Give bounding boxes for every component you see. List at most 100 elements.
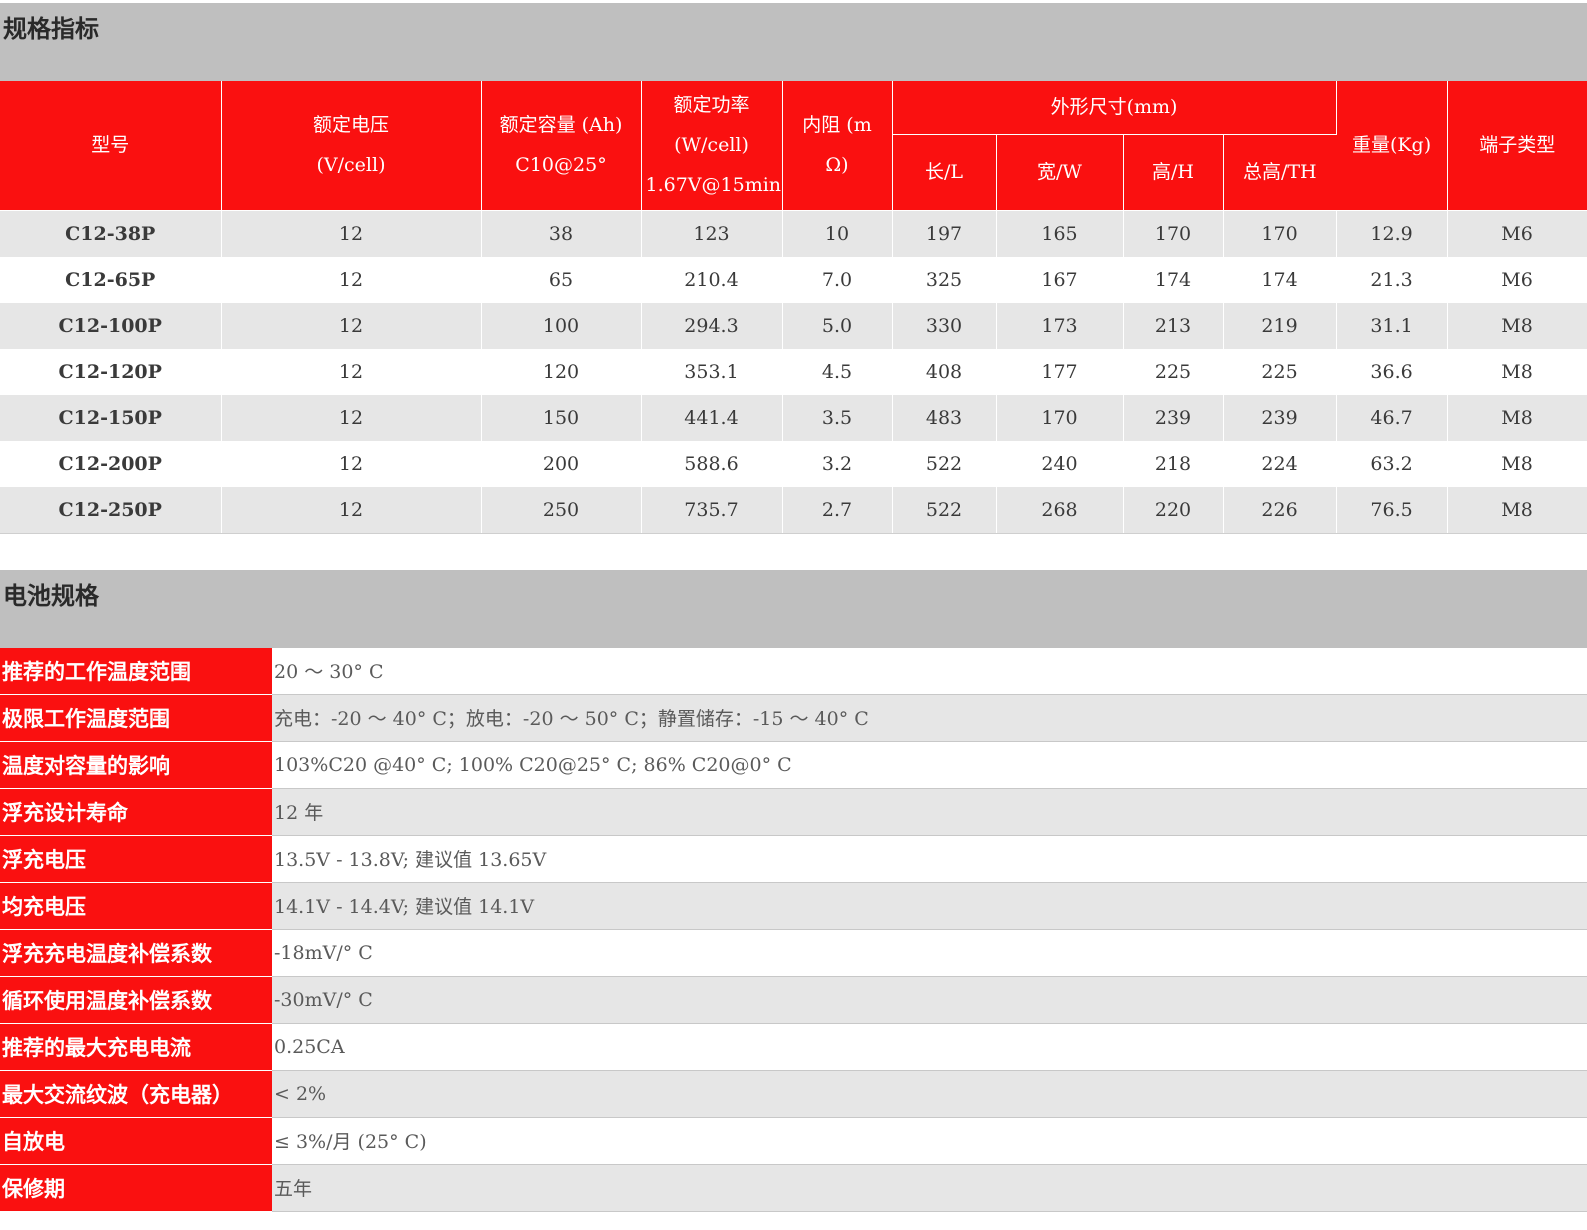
- spec-value: 14.1V - 14.4V; 建议值 14.1V: [272, 882, 1587, 930]
- cell-power: 588.6: [641, 440, 783, 487]
- header-voltage-line2: (V/cell): [316, 154, 386, 177]
- list-item: 极限工作温度范围 充电：-20 ～ 40° C；放电：-20 ～ 50° C；静置…: [0, 694, 1587, 742]
- cell-voltage: 12: [221, 348, 482, 395]
- cell-length: 325: [892, 256, 997, 303]
- list-item: 温度对容量的影响 103%C20 @40° C; 100% C20@25° C; …: [0, 741, 1587, 789]
- cell-width: 165: [996, 210, 1124, 257]
- list-item: 浮充充电温度补偿系数 -18mV/° C: [0, 929, 1587, 977]
- cell-capacity: 200: [481, 440, 642, 487]
- list-item: 浮充设计寿命 12 年: [0, 788, 1587, 836]
- spec-value: 20 ～ 30° C: [272, 647, 1587, 695]
- cell-weight: 63.2: [1336, 440, 1448, 487]
- cell-weight: 36.6: [1336, 348, 1448, 395]
- table-row: C12-200P 12 200 588.6 3.2 522 240 218 224 63.2 M8: [0, 440, 1587, 487]
- cell-resistance: 3.5: [782, 394, 893, 441]
- table-row: C12-38P 12 38 123 10 197 165 170 170 12.9 M6: [0, 210, 1587, 257]
- cell-weight: 12.9: [1336, 210, 1448, 257]
- list-item: 循环使用温度补偿系数 -30mV/° C: [0, 976, 1587, 1024]
- table-row: C12-65P 12 65 210.4 7.0 325 167 174 174 21.3 M6: [0, 256, 1587, 303]
- cell-power: 353.1: [641, 348, 783, 395]
- cell-width: 177: [996, 348, 1124, 395]
- cell-power: 210.4: [641, 256, 783, 303]
- cell-height: 220: [1123, 486, 1224, 534]
- cell-height: 239: [1123, 394, 1224, 441]
- cell-voltage: 12: [221, 486, 482, 534]
- spec-label: 循环使用温度补偿系数: [0, 976, 272, 1024]
- header-total-height: 总高/TH: [1223, 134, 1337, 211]
- spec-section-title: 规格指标: [0, 3, 1587, 81]
- cell-weight: 21.3: [1336, 256, 1448, 303]
- spec-label: 均充电压: [0, 882, 272, 930]
- cell-weight: 31.1: [1336, 302, 1448, 349]
- cell-width: 173: [996, 302, 1124, 349]
- cell-height: 170: [1123, 210, 1224, 257]
- cell-model: C12-120P: [0, 348, 222, 395]
- cell-terminal: M6: [1447, 210, 1587, 257]
- spec-value: 充电：-20 ～ 40° C；放电：-20 ～ 50° C；静置储存：-15 ～…: [272, 694, 1587, 742]
- header-power: 额定功率 (W/cell) 1.67V@15min: [641, 81, 783, 211]
- cell-terminal: M8: [1447, 486, 1587, 534]
- cell-terminal: M8: [1447, 440, 1587, 487]
- header-voltage: 额定电压 (V/cell): [221, 81, 482, 211]
- list-item: 最大交流纹波（充电器） < 2%: [0, 1070, 1587, 1118]
- header-power-line1: 额定功率: [673, 94, 750, 117]
- cell-total-height: 225: [1223, 348, 1337, 395]
- spec-label: 浮充设计寿命: [0, 788, 272, 836]
- header-capacity: 额定容量 (Ah) C10@25°: [481, 81, 642, 211]
- cell-model: C12-38P: [0, 210, 222, 257]
- spec-label: 极限工作温度范围: [0, 694, 272, 742]
- spec-label: 自放电: [0, 1117, 272, 1165]
- spec-value: 12 年: [272, 788, 1587, 836]
- cell-capacity: 38: [481, 210, 642, 257]
- spec-label: 浮充电压: [0, 835, 272, 883]
- spec-value: 103%C20 @40° C; 100% C20@25° C; 86% C20@…: [272, 741, 1587, 789]
- header-power-line2: (W/cell): [674, 134, 749, 157]
- cell-total-height: 239: [1223, 394, 1337, 441]
- battery-spec-table: 推荐的工作温度范围 20 ～ 30° C 极限工作温度范围 充电：-20 ～ 40° …: [0, 647, 1587, 1212]
- spec-label: 温度对容量的影响: [0, 741, 272, 789]
- cell-voltage: 12: [221, 302, 482, 349]
- cell-capacity: 250: [481, 486, 642, 534]
- list-item: 推荐的工作温度范围 20 ～ 30° C: [0, 647, 1587, 695]
- header-terminal: 端子类型: [1447, 81, 1587, 211]
- header-voltage-line1: 额定电压: [312, 114, 389, 137]
- cell-voltage: 12: [221, 394, 482, 441]
- spec-value: 五年: [272, 1164, 1587, 1212]
- cell-height: 213: [1123, 302, 1224, 349]
- list-item: 保修期 五年: [0, 1164, 1587, 1212]
- header-resistance-line2: Ω): [825, 154, 849, 177]
- spec-table: 型号 额定电压 (V/cell) 额定容量 (Ah) C10@25° 额定功率 …: [0, 81, 1587, 534]
- spec-value: ≤ 3%/月 (25° C): [272, 1117, 1587, 1165]
- cell-total-height: 174: [1223, 256, 1337, 303]
- header-capacity-line2: C10@25°: [515, 154, 607, 177]
- cell-resistance: 5.0: [782, 302, 893, 349]
- header-width: 宽/W: [996, 134, 1124, 211]
- header-height: 高/H: [1123, 134, 1224, 211]
- cell-total-height: 224: [1223, 440, 1337, 487]
- spec-label: 最大交流纹波（充电器）: [0, 1070, 272, 1118]
- cell-model: C12-65P: [0, 256, 222, 303]
- header-length: 长/L: [892, 134, 997, 211]
- spec-value: -18mV/° C: [272, 929, 1587, 977]
- cell-voltage: 12: [221, 440, 482, 487]
- cell-width: 268: [996, 486, 1124, 534]
- spec-value: < 2%: [272, 1070, 1587, 1118]
- cell-model: C12-100P: [0, 302, 222, 349]
- cell-weight: 76.5: [1336, 486, 1448, 534]
- list-item: 推荐的最大充电电流 0.25CA: [0, 1023, 1587, 1071]
- table-row: C12-100P 12 100 294.3 5.0 330 173 213 219 31.1 M8: [0, 302, 1587, 349]
- cell-terminal: M8: [1447, 348, 1587, 395]
- cell-weight: 46.7: [1336, 394, 1448, 441]
- cell-length: 522: [892, 440, 997, 487]
- header-dimensions: 外形尺寸(mm): [892, 81, 1337, 135]
- cell-capacity: 150: [481, 394, 642, 441]
- spec-value: 0.25CA: [272, 1023, 1587, 1071]
- cell-width: 167: [996, 256, 1124, 303]
- cell-power: 123: [641, 210, 783, 257]
- cell-capacity: 65: [481, 256, 642, 303]
- cell-power: 441.4: [641, 394, 783, 441]
- cell-total-height: 219: [1223, 302, 1337, 349]
- cell-model: C12-200P: [0, 440, 222, 487]
- list-item: 自放电 ≤ 3%/月 (25° C): [0, 1117, 1587, 1165]
- cell-resistance: 10: [782, 210, 893, 257]
